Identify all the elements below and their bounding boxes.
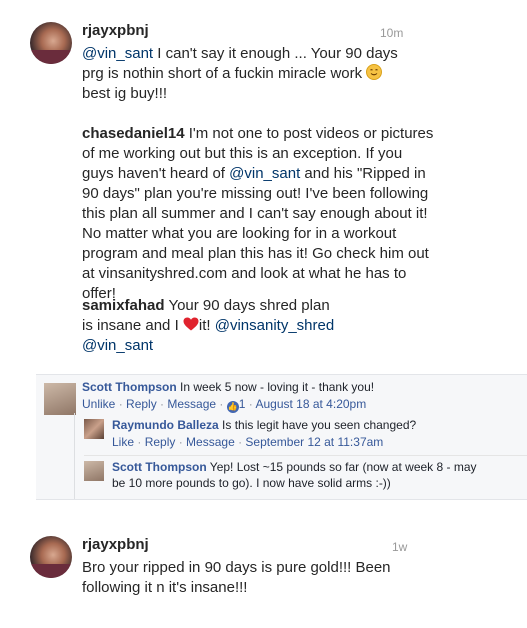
- fb-comment-text: Is this legit have you seen changed?: [218, 418, 417, 432]
- avatar[interactable]: [84, 461, 104, 481]
- comment-text-line: program and meal plan this has it! Go ch…: [82, 245, 429, 262]
- like-thumb-icon: 👍: [226, 401, 239, 413]
- comment-text-line: best ig buy!!!: [82, 85, 168, 102]
- fb-comment-actions: Unlike · Reply · Message · 👍1 · August 1…: [82, 397, 366, 413]
- reply-link[interactable]: Reply: [126, 397, 157, 411]
- divider: [84, 455, 527, 456]
- separator: ·: [245, 397, 256, 411]
- fb-reply: Scott Thompson Yep! Lost ~15 pounds so f…: [112, 459, 522, 491]
- mention-link[interactable]: @vinsanity_shred: [215, 317, 334, 334]
- comment-text-line: and his "Ripped in: [300, 165, 426, 182]
- fb-commenter-name[interactable]: Scott Thompson: [82, 380, 177, 394]
- fb-reply-divider: [74, 413, 75, 499]
- comment-text-line: prg is nothin short of a fuckin miracle …: [82, 65, 367, 82]
- comment-text-line: at vinsanityshred.com and look at what h…: [82, 265, 407, 282]
- comment-username[interactable]: rjayxpbnj: [82, 536, 149, 553]
- comment-date[interactable]: August 18 at 4:20pm: [255, 397, 366, 411]
- facebook-comment-panel: Scott Thompson In week 5 now - loving it…: [36, 374, 527, 500]
- fb-comment-text: be 10 more pounds to go). I now have sol…: [112, 476, 391, 490]
- fb-commenter-name[interactable]: Scott Thompson: [112, 460, 207, 474]
- comment-text-line: guys haven't heard of: [82, 165, 230, 182]
- comment-text-line: I'm not one to post videos or pictures: [184, 125, 434, 142]
- unlike-link[interactable]: Unlike: [82, 397, 115, 411]
- comment-timestamp: 10m: [380, 26, 404, 40]
- comment-text-line: No matter what you are looking for in a …: [82, 225, 397, 242]
- comment-text-line: Your 90 days shred plan: [164, 297, 330, 314]
- comment-username[interactable]: samixfahad: [82, 297, 165, 314]
- mention-link[interactable]: @vin_sant: [229, 165, 300, 182]
- separator: ·: [115, 397, 127, 411]
- like-link[interactable]: Like: [112, 435, 134, 449]
- comment-date[interactable]: September 12 at 11:37am: [245, 435, 383, 449]
- fb-commenter-name[interactable]: Raymundo Balleza: [112, 418, 219, 432]
- avatar[interactable]: [30, 536, 72, 578]
- mention-link[interactable]: @vin_sant: [82, 45, 153, 62]
- mention-link[interactable]: @vin_sant: [82, 337, 153, 354]
- separator: ·: [216, 397, 227, 411]
- avatar[interactable]: [44, 383, 76, 415]
- comment-text-line: this plan all summer and I can't say eno…: [82, 205, 428, 222]
- comment-username[interactable]: chasedaniel14: [82, 125, 185, 142]
- separator: ·: [234, 435, 246, 449]
- separator: ·: [156, 397, 168, 411]
- comment-username[interactable]: rjayxpbnj: [82, 22, 149, 39]
- avatar[interactable]: [84, 419, 104, 439]
- separator: ·: [175, 435, 187, 449]
- comment-text-line: is insane and I: [82, 317, 183, 334]
- fb-comment-text: In week 5 now - loving it - thank you!: [176, 380, 375, 394]
- message-link[interactable]: Message: [186, 435, 235, 449]
- fb-comment: Scott Thompson In week 5 now - loving it…: [82, 379, 522, 395]
- comment-text-line: 90 days" plan you're missing out! I've b…: [82, 185, 429, 202]
- smile-emoji-icon: [366, 64, 383, 80]
- fb-comment-text: Yep! Lost ~15 pounds so far (now at week…: [206, 460, 477, 474]
- comment-text: samixfahad Your 90 days shred plan is in…: [82, 296, 502, 356]
- avatar[interactable]: [30, 22, 72, 64]
- comment-text-line: it!: [198, 317, 215, 334]
- reply-link[interactable]: Reply: [145, 435, 176, 449]
- fb-reply: Raymundo Balleza Is this legit have you …: [112, 417, 522, 433]
- comment-text: Bro your ripped in 90 days is pure gold!…: [82, 558, 502, 598]
- comment-text: chasedaniel14 I'm not one to post videos…: [82, 124, 522, 304]
- comment-text-line: I can't say it enough ... Your 90 days: [153, 45, 398, 62]
- comment-text-line: following it n it's insane!!!: [82, 579, 248, 596]
- comment-text-line: Bro your ripped in 90 days is pure gold!…: [82, 559, 391, 576]
- comment-timestamp: 1w: [392, 540, 408, 554]
- message-link[interactable]: Message: [167, 397, 216, 411]
- separator: ·: [134, 435, 145, 449]
- comment-text: @vin_sant I can't say it enough ... Your…: [82, 44, 502, 104]
- fb-comment-actions: Like · Reply · Message · September 12 at…: [112, 435, 383, 449]
- comment-text-line: of me working out but this is an excepti…: [82, 145, 403, 162]
- heart-emoji-icon: [183, 317, 199, 331]
